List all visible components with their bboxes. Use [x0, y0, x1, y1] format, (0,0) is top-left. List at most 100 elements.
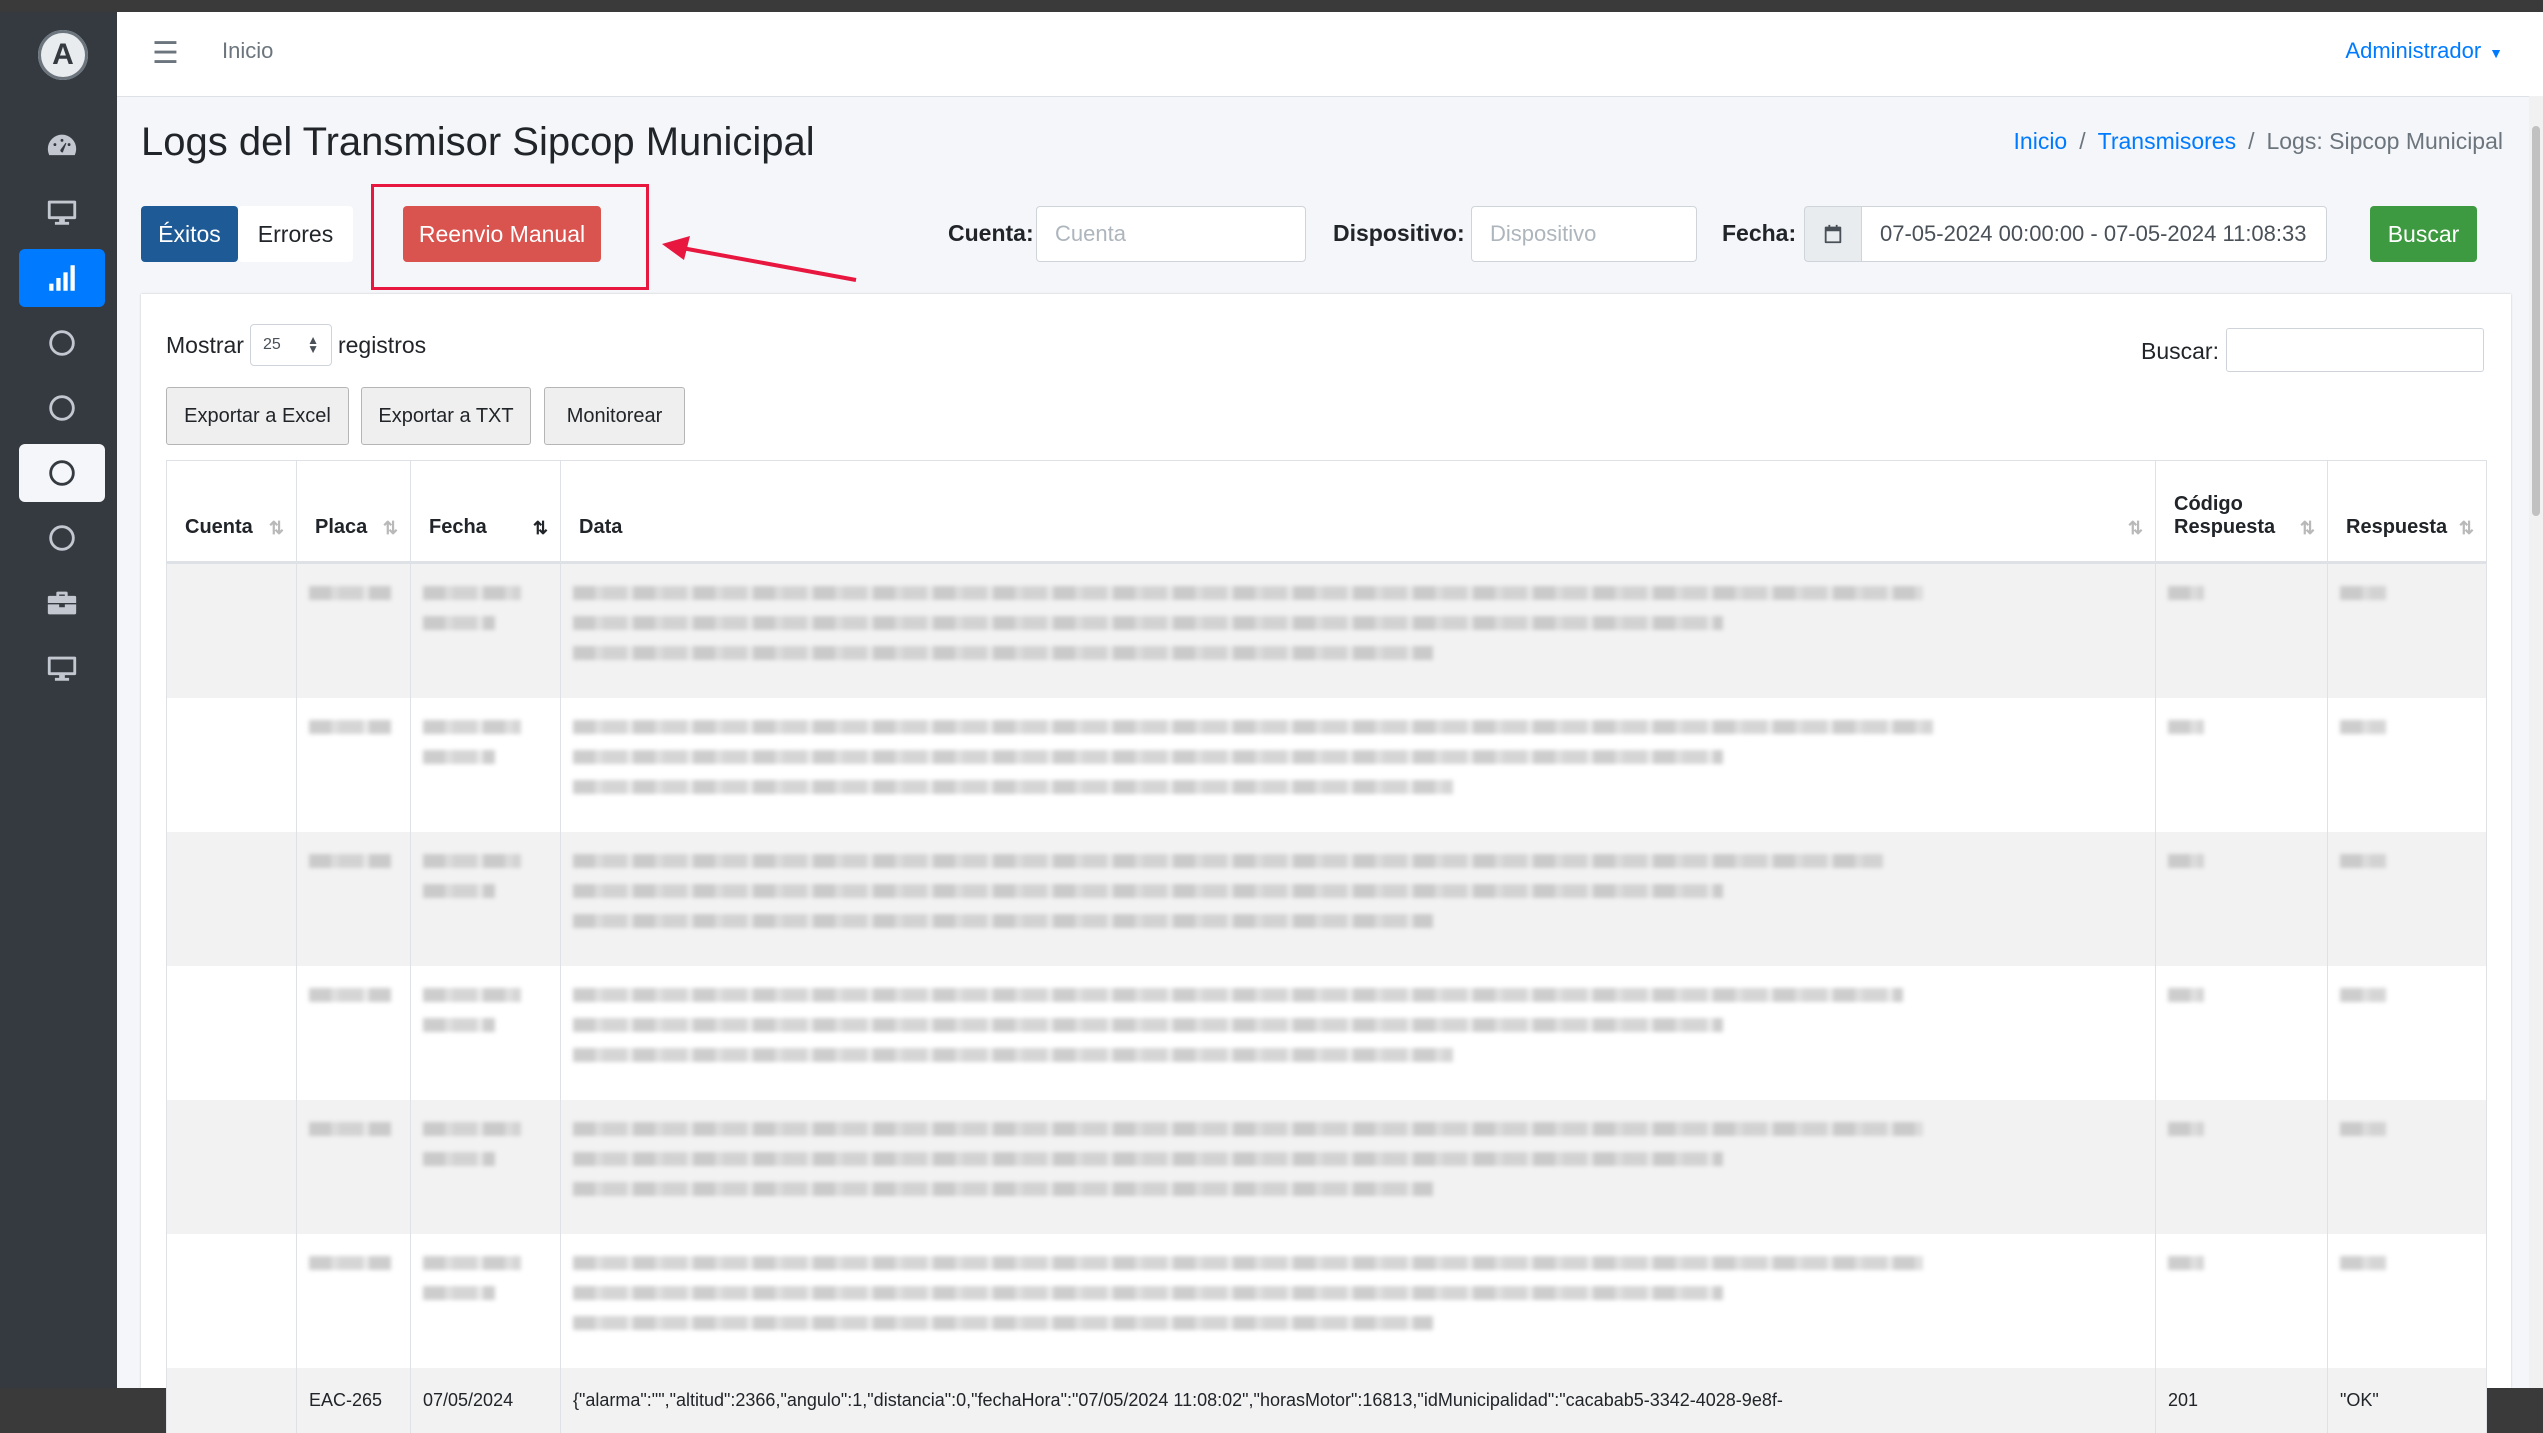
buscar-button[interactable]: Buscar: [2370, 206, 2477, 262]
hamburger-menu-icon[interactable]: ☰: [152, 39, 179, 69]
cell-placa: EAC-265: [296, 1368, 411, 1433]
cell-data: [560, 966, 2156, 1100]
cell-codigo: [2155, 832, 2328, 966]
signal-bars-icon[interactable]: [19, 249, 105, 307]
export-excel-button[interactable]: Exportar a Excel: [166, 387, 349, 445]
cell-cuenta: [166, 698, 297, 832]
cell-cuenta: [166, 562, 297, 698]
page-title: Logs del Transmisor Sipcop Municipal: [141, 120, 815, 164]
logs-table: Cuenta ⇅ Placa ⇅ Fecha ⇅ Data ⇅ Código Respu…: [166, 460, 2487, 1433]
breadcrumb-transmisores[interactable]: Transmisores: [2098, 128, 2236, 154]
registros-label: registros: [337, 331, 427, 358]
circle-icon[interactable]: [19, 444, 105, 502]
cell-respuesta: [2327, 1234, 2487, 1368]
cell-data: [560, 698, 2156, 832]
top-home-link[interactable]: Inicio: [222, 38, 273, 64]
table-search-label: Buscar:: [2141, 338, 2219, 364]
page-size-value: 25: [262, 336, 281, 353]
table-search-input[interactable]: [2226, 328, 2484, 372]
table-row[interactable]: [166, 698, 2487, 832]
cell-respuesta: [2327, 1100, 2487, 1234]
table-row[interactable]: [166, 562, 2487, 698]
cell-codigo: [2155, 698, 2328, 832]
reenvio-manual-button[interactable]: Reenvio Manual: [403, 206, 601, 262]
desktop-icon[interactable]: [19, 183, 105, 241]
cell-codigo: [2155, 1100, 2328, 1234]
circle-icon[interactable]: [19, 314, 105, 372]
sort-icon: ⇅: [2458, 518, 2474, 538]
tab-errores[interactable]: Errores: [238, 206, 353, 262]
cell-data: {"alarma":"","altitud":2366,"angulo":1,"…: [560, 1368, 2156, 1433]
sort-icon: ⇅: [382, 518, 398, 538]
breadcrumb: Inicio / Transmisores / Logs: Sipcop Municip…: [2013, 128, 2503, 154]
table-row[interactable]: [166, 832, 2487, 966]
cell-cuenta: [166, 1234, 297, 1368]
toolbox-icon[interactable]: [19, 574, 105, 632]
table-row[interactable]: [166, 1234, 2487, 1368]
user-menu-label: Administrador: [2345, 38, 2482, 63]
breadcrumb-home[interactable]: Inicio: [2014, 128, 2068, 154]
app-logo[interactable]: A: [38, 30, 88, 80]
sort-icon: ⇅: [2127, 518, 2143, 538]
select-arrows-icon: ▲ ▼: [307, 333, 319, 356]
user-menu[interactable]: Administrador ▼: [2345, 38, 2503, 64]
fecha-range-field[interactable]: 07-05-2024 00:00:00 - 07-05-2024 11:08:3…: [1804, 206, 2327, 262]
export-txt-button[interactable]: Exportar a TXT: [361, 387, 531, 445]
table-row[interactable]: EAC-265 07/05/2024 {"alarma":"","altitud…: [166, 1368, 2487, 1433]
page-length-control: Mostrar 25 ▲ ▼ registros: [166, 324, 426, 366]
column-header-codigo-respuesta[interactable]: Código Respuesta ⇅: [2155, 460, 2328, 564]
cell-codigo: [2155, 562, 2328, 698]
cell-codigo: [2155, 966, 2328, 1100]
cell-cuenta: [166, 1100, 297, 1234]
column-header-respuesta[interactable]: Respuesta ⇅: [2327, 460, 2487, 564]
circle-icon[interactable]: [19, 509, 105, 567]
cell-respuesta: [2327, 966, 2487, 1100]
cell-placa: [296, 1100, 411, 1234]
cell-placa: [296, 832, 411, 966]
dispositivo-label: Dispositivo:: [1333, 220, 1465, 246]
fecha-range-value[interactable]: 07-05-2024 00:00:00 - 07-05-2024 11:08:3…: [1862, 206, 2327, 262]
scrollbar-thumb[interactable]: [2532, 126, 2540, 516]
cuenta-input[interactable]: Cuenta: [1036, 206, 1306, 262]
dispositivo-input[interactable]: Dispositivo: [1471, 206, 1697, 262]
page-size-select[interactable]: 25 ▲ ▼: [249, 324, 332, 366]
cell-respuesta: [2327, 562, 2487, 698]
cell-fecha: [410, 1100, 561, 1234]
dashboard-gauge-icon[interactable]: [19, 117, 105, 175]
fecha-label: Fecha:: [1722, 220, 1797, 246]
page-scrollbar[interactable]: [2529, 96, 2543, 1388]
cell-cuenta: [166, 966, 297, 1100]
tab-exitos[interactable]: Éxitos: [141, 206, 238, 262]
cell-data: [560, 562, 2156, 698]
circle-icon[interactable]: [19, 379, 105, 437]
cell-placa: [296, 562, 411, 698]
table-row[interactable]: [166, 966, 2487, 1100]
table-row[interactable]: [166, 1100, 2487, 1234]
cell-cuenta: [166, 832, 297, 966]
cell-data: [560, 1100, 2156, 1234]
cell-fecha: [410, 698, 561, 832]
monitorear-button[interactable]: Monitorear: [544, 387, 685, 445]
cell-placa: [296, 698, 411, 832]
cell-codigo: 201: [2155, 1368, 2328, 1433]
desktop-icon[interactable]: [19, 639, 105, 697]
sort-desc-icon: ⇅: [532, 518, 548, 538]
cell-fecha: [410, 832, 561, 966]
sidebar: A: [0, 12, 117, 1388]
cuenta-label: Cuenta:: [948, 220, 1034, 246]
cell-cuenta: [166, 1368, 297, 1433]
cell-respuesta: [2327, 698, 2487, 832]
column-header-data[interactable]: Data ⇅: [560, 460, 2156, 564]
calendar-icon[interactable]: [1804, 206, 1862, 262]
column-header-placa[interactable]: Placa ⇅: [296, 460, 411, 564]
top-navbar: ☰ Inicio Administrador ▼: [117, 12, 2543, 97]
cell-codigo: [2155, 1234, 2328, 1368]
cell-data: [560, 1234, 2156, 1368]
column-header-cuenta[interactable]: Cuenta ⇅: [166, 460, 297, 564]
column-header-fecha[interactable]: Fecha ⇅: [410, 460, 561, 564]
cell-placa: [296, 966, 411, 1100]
app-window: A ☰ Inicio Administrador ▼ Logs del Tran…: [0, 12, 2543, 1433]
sort-icon: ⇅: [2299, 518, 2315, 538]
cell-fecha: [410, 966, 561, 1100]
cell-fecha: [410, 562, 561, 698]
